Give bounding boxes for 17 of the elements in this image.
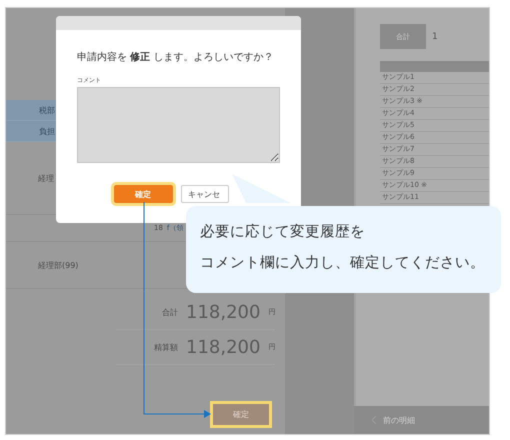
cancel-button[interactable]: キャンセ — [181, 185, 229, 203]
comment-field[interactable] — [77, 87, 280, 163]
total-value: 1 — [432, 32, 438, 42]
confirm-button[interactable]: 確定 — [213, 404, 269, 425]
dialog-message: 申請内容を 修正 します。よろしいですか？ — [77, 50, 274, 64]
callout-text: コメント欄に入力し、確定してください。 — [200, 254, 486, 272]
table-cell: 経理 — [38, 172, 54, 184]
total-amount: 118,200 — [186, 302, 260, 322]
previous-link[interactable]: 前の明細 — [372, 414, 415, 426]
total-amount: 118,200 — [186, 336, 260, 358]
total-label: 合計 — [161, 306, 178, 318]
table-header: 税部 — [39, 104, 55, 116]
callout-text: 必要に応じて変更履歴を — [200, 222, 366, 241]
confirm-button[interactable]: 確定 — [114, 185, 173, 203]
total-label: 精算額 — [153, 342, 178, 352]
table-cell: 経理部(99) — [38, 260, 78, 270]
table-header: 負担 — [39, 126, 55, 136]
